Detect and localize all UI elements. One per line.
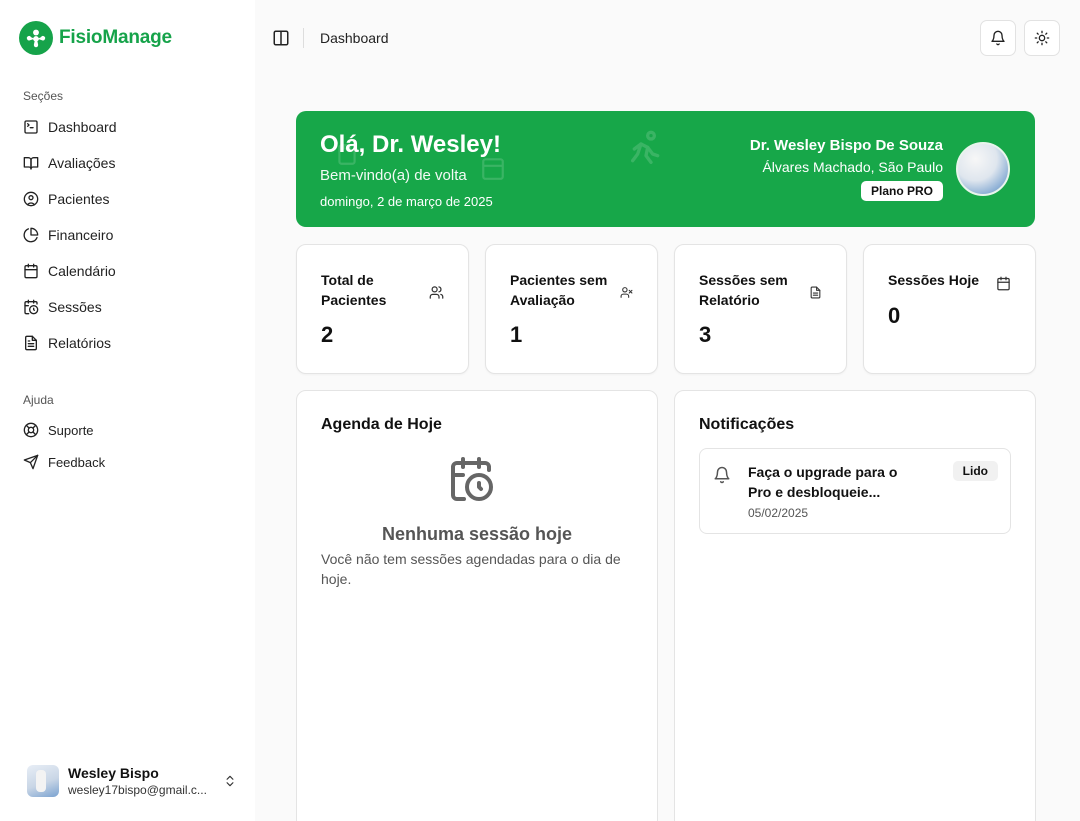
sidebar-item-label: Sessões [48, 299, 102, 315]
user-menu[interactable]: Wesley Bispo wesley17bispo@gmail.c... [27, 765, 237, 798]
notification-date: 05/02/2025 [748, 506, 809, 520]
main-content: Dashboard Olá, Dr. Wesley! Bem-vindo(a) … [255, 0, 1080, 821]
sidebar-item-label: Avaliações [48, 155, 116, 171]
avatar [27, 765, 59, 798]
stat-card-sessoes-sem-relatorio: Sessões sem Relatório 3 [674, 244, 847, 374]
plan-badge: Plano PRO [860, 181, 943, 201]
app-name: FisioManage [59, 27, 172, 48]
agenda-card: Agenda de Hoje Nenhuma sessão hoje Você … [296, 390, 658, 821]
sidebar-item-label: Pacientes [48, 191, 110, 207]
logo-icon [19, 21, 53, 55]
stat-label: Sessões sem Relatório [699, 272, 788, 308]
sidebar: FisioManage Seções Dashboard Avaliações … [0, 0, 255, 821]
welcome-banner: Olá, Dr. Wesley! Bem-vindo(a) de volta d… [296, 111, 1035, 227]
stat-card-pacientes-sem-avaliacao: Pacientes sem Avaliação 1 [485, 244, 658, 374]
agenda-title: Agenda de Hoje [321, 416, 442, 433]
calendar-icon [24, 263, 38, 279]
stat-value: 3 [699, 322, 712, 347]
book-open-icon [23, 157, 39, 170]
stat-card-sessoes-hoje: Sessões Hoje 0 [863, 244, 1036, 374]
sidebar-item-avaliacoes[interactable]: Avaliações [23, 145, 243, 181]
sidebar-item-label: Relatórios [48, 335, 112, 351]
bell-icon [991, 30, 1005, 46]
sidebar-item-sessoes[interactable]: Sessões [23, 289, 243, 325]
sidebar-item-financeiro[interactable]: Financeiro [23, 217, 243, 253]
terminal-square-icon [24, 120, 38, 134]
sidebar-item-label: Calendário [48, 263, 116, 279]
calendar-clock-icon [24, 299, 39, 315]
sidebar-item-calendario[interactable]: Calendário [23, 253, 243, 289]
help-nav: Suporte Feedback [23, 414, 243, 478]
chevrons-up-down-icon[interactable] [223, 774, 237, 788]
notifications-title: Notificações [699, 416, 795, 433]
greeting-title: Olá, Dr. Wesley! [320, 131, 501, 158]
stat-label: Pacientes sem Avaliação [510, 272, 608, 308]
stat-label: Sessões Hoje [888, 272, 980, 288]
read-status-badge[interactable]: Lido [952, 461, 998, 481]
greeting-subtitle: Bem-vindo(a) de volta [320, 167, 467, 184]
running-person-icon [631, 130, 660, 164]
user-email: wesley17bispo@gmail.c... [68, 782, 207, 797]
app-logo[interactable]: FisioManage [19, 21, 172, 55]
user-x-icon [620, 287, 633, 298]
stat-card-total-pacientes: Total de Pacientes 2 [296, 244, 469, 374]
notification-item[interactable]: Faça o upgrade para o Pro e desbloqueie.… [699, 448, 1011, 534]
empty-state-title: Nenhuma sessão hoje [381, 524, 573, 544]
doctor-location: Álvares Machado, São Paulo [762, 159, 943, 175]
sidebar-item-dashboard[interactable]: Dashboard [23, 109, 243, 145]
doctor-name: Dr. Wesley Bispo De Souza [749, 137, 943, 154]
user-circle-icon [23, 191, 39, 207]
life-buoy-icon [23, 422, 39, 438]
calendar-clock-icon [451, 457, 493, 501]
stat-value: 0 [888, 303, 901, 328]
users-icon [429, 286, 444, 299]
top-bar: Dashboard [255, 0, 1080, 76]
file-text-icon [25, 335, 37, 351]
stat-value: 1 [510, 322, 523, 347]
bell-icon [714, 466, 730, 484]
pie-chart-icon [23, 227, 39, 243]
stat-label: Total de Pacientes [321, 272, 387, 308]
sidebar-item-label: Suporte [48, 422, 94, 438]
main-nav: Dashboard Avaliações Pacientes Financeir… [23, 109, 243, 361]
sidebar-item-label: Financeiro [48, 227, 114, 243]
current-date: domingo, 2 de março de 2025 [320, 194, 493, 209]
breadcrumb[interactable]: Dashboard [320, 30, 389, 46]
sidebar-item-label: Feedback [48, 454, 106, 470]
notifications-button[interactable] [980, 20, 1016, 56]
sidebar-item-relatorios[interactable]: Relatórios [23, 325, 243, 361]
sidebar-item-feedback[interactable]: Feedback [23, 446, 243, 478]
notification-text: Faça o upgrade para o Pro e desbloqueie.… [748, 464, 898, 500]
sun-icon [1034, 30, 1050, 46]
sidebar-item-suporte[interactable]: Suporte [23, 414, 243, 446]
calendar-icon [997, 276, 1010, 291]
stat-value: 2 [321, 322, 334, 347]
empty-state-text: Você não tem sessões agendadas para o di… [321, 551, 621, 587]
send-icon [23, 454, 39, 470]
notifications-card: Notificações Faça o upgrade para o Pro e… [674, 390, 1036, 821]
sidebar-item-pacientes[interactable]: Pacientes [23, 181, 243, 217]
sidebar-toggle-icon[interactable] [272, 29, 290, 47]
sidebar-item-label: Dashboard [48, 119, 117, 135]
divider [303, 28, 304, 48]
avatar[interactable] [956, 142, 1010, 196]
sections-label: Seções [23, 89, 64, 103]
help-label: Ajuda [23, 393, 54, 407]
file-text-icon [810, 286, 821, 299]
user-name: Wesley Bispo [68, 765, 159, 781]
theme-toggle-button[interactable] [1024, 20, 1060, 56]
